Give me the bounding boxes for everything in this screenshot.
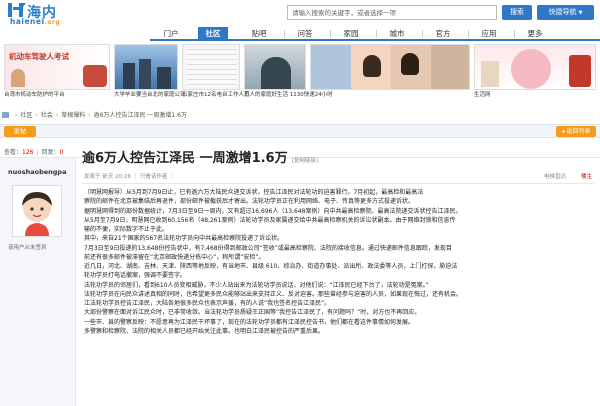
banner-card[interactable]: 石家庄市12名电台工作人员: [182, 44, 250, 106]
action-bar: 发帖 ◂ 返回列表: [0, 124, 600, 138]
post-title: 逾6万人控告江泽民 一周激增1.6万 [复制链接]: [82, 151, 318, 166]
nav-item-tieba[interactable]: 贴吧: [244, 27, 274, 41]
breadcrumb: › 社区 › 社会 › 草根爆料 › 逾6万人控告江泽民 一周激增1.6万: [2, 110, 598, 120]
post-paragraph: 察院的邮件在北京被集结后再退件，部份邮件被截获后才寄出。法轮功学员正在利用网络、…: [84, 198, 415, 206]
banner-card[interactable]: 生活网: [474, 44, 596, 106]
thread-stats-text: 查看：126 | 回复：0: [4, 149, 64, 156]
post-paragraph: 法轮功学员在向民众讲述真相的同时，也希望更多民众能够站出来支持正义、反对迫害。那…: [84, 290, 463, 298]
post-paragraph: 多警察和检察院、法院的相关人员都已经开始关注此事。也明白江泽民被控告的严重后果。: [84, 327, 325, 335]
banner-caption: 石家庄市12名电台工作人员: [182, 92, 250, 98]
author-name[interactable]: nuoshaobengpa: [8, 168, 66, 176]
logo-text-en: haienei.org: [10, 17, 61, 26]
search-button[interactable]: 搜索: [502, 5, 532, 20]
nav-divider: [422, 30, 423, 38]
banner-card[interactable]: 大学毕业要当台北的家庭公司: [114, 44, 186, 106]
avatar[interactable]: [12, 185, 62, 237]
nav-item-home[interactable]: 家园: [336, 27, 366, 41]
post-paragraph: 大部份警察在面对诉江民众时，已非常收敛。当法轮功学员质疑王正国等“我控告江泽民了…: [84, 309, 421, 317]
breadcrumb-current: 逾6万人控告江泽民 一周激增1.6万: [93, 112, 187, 119]
banner-image: [474, 44, 596, 90]
post-body: （明慧网报导）从5月到7月9日止，已有逾六万大陆民众递交诉状，控告江泽民对法轮功…: [84, 188, 594, 336]
post-content: 逾6万人控告江泽民 一周激增1.6万 [复制链接] 发表于 前天 20:26 ｜ …: [82, 144, 596, 406]
avatar-face-icon: [22, 192, 52, 236]
banner-image: 机动车驾驶人考试: [4, 44, 110, 90]
post-paragraph: 江法轮功学员控告江泽民，大陆各地很多民众也表示声援，有的人说“我也签名控告江泽民…: [84, 300, 331, 307]
main-nav: 门户 社区 贴吧 问答 家园 城市 官方 应用 更多: [150, 27, 600, 41]
post-paragraph: 从5月至7月9日，明慧网已收到60,156名（48,261案例）法轮功学员及家属…: [84, 216, 456, 224]
banner-card[interactable]: 万人的家庭好生活 1130快速24小时: [244, 44, 333, 106]
chevron-down-icon: ▼: [578, 10, 583, 16]
quick-nav-button[interactable]: 快捷导航 ▼: [537, 5, 594, 20]
banner-strip: 机动车驾驶人考试 台湾市机动车防护的平台 大学毕业要当台北的家庭公司 石家庄市1…: [0, 44, 600, 106]
nav-item-qa[interactable]: 问答: [290, 27, 320, 41]
author-checkin-note: 该用户从未签到: [8, 245, 47, 251]
nav-item-apps[interactable]: 应用: [474, 27, 504, 41]
banner-caption: 台湾市机动车防护的平台: [4, 92, 65, 98]
breadcrumb-item[interactable]: 社区: [20, 112, 32, 119]
post-paragraph: 轮功学员打电话撤案，强调不要签字。: [84, 272, 187, 280]
post-paragraph: 7月3日至9日投递的13,648份控告状中，有7,468份得到邮政公司“签收”或…: [84, 244, 452, 252]
post-paragraph: 近几日，河北、湖南、吉林、天津、陕西等地反映，有当地市、县级 610、综治办、街…: [84, 263, 458, 270]
logo-mark-icon: [8, 3, 26, 17]
nav-item-community[interactable]: 社区: [198, 27, 228, 41]
nav-item-portal[interactable]: 门户: [156, 27, 186, 41]
site-header: 海内 haienei.org 请输入搜索的关键字，或者选择一项 搜索 快捷导航 ▼: [0, 0, 600, 26]
nav-item-more[interactable]: 更多: [520, 27, 550, 41]
divider: [82, 183, 594, 184]
banner-card[interactable]: [310, 44, 470, 106]
nav-item-official[interactable]: 官方: [428, 27, 458, 41]
breadcrumb-item[interactable]: 社会: [41, 112, 53, 119]
nav-divider: [514, 30, 515, 38]
banner-image: [114, 44, 178, 90]
banner-image: [310, 44, 470, 90]
site-logo[interactable]: 海内 haienei.org: [8, 2, 70, 26]
arrow-left-icon: ◂: [561, 128, 565, 135]
banner-image: [182, 44, 240, 90]
post-paragraph: 一些市、县的警察反映：不愿意再为江泽民干坏事了，现在的法轮功学员都有江泽民控告书…: [84, 318, 415, 326]
views-count: 126: [22, 149, 34, 156]
post-paragraph: （明慧网报导）从5月到7月9日止，已有逾六万大陆民众递交诉状，控告江泽民对法轮功…: [84, 189, 424, 196]
replies-count: 0: [59, 149, 64, 156]
copy-link[interactable]: [复制链接]: [292, 158, 318, 164]
nav-divider: [284, 30, 285, 38]
banner-caption: 生活网: [474, 92, 491, 98]
author-panel: nuoshaobengpa 该用户从未签到: [0, 158, 76, 406]
post-meta: 发表于 前天 20:26 ｜ 只看该作者 ｜ 电梯直达 楼主: [84, 172, 596, 182]
floor-jump[interactable]: 电梯直达: [544, 172, 566, 180]
breadcrumb-item[interactable]: 草根爆料: [61, 112, 85, 119]
post-paragraph: 法轮功学员的邻居们，看到610人员变相威胁，不少人站出来为法轮功学员说话，对他们…: [84, 281, 429, 289]
banner-image: [244, 44, 306, 90]
banner-caption: 大学毕业要当台北的家庭公司: [114, 92, 186, 98]
nav-item-city[interactable]: 城市: [382, 27, 412, 41]
nav-divider: [468, 30, 469, 38]
new-post-button[interactable]: 发帖: [4, 126, 36, 137]
back-to-list-button[interactable]: ◂ 返回列表: [556, 126, 596, 137]
post-paragraph: 前还有很多邮件被滞留在“北京邮政快递分拣中心”，称所谓“安检”。: [84, 253, 265, 261]
floor-label: 楼主: [580, 174, 592, 180]
banner-card[interactable]: 机动车驾驶人考试 台湾市机动车防护的平台: [4, 44, 110, 106]
post-paragraph: 据明慧网得到的部份数据统计，7月3日至9日一周内，又有超过16,696人（13,…: [84, 207, 462, 215]
post-paragraph: 其中，来自21个国家的567名法轮功学员向中共最高检察院投递了诉讼状。: [84, 235, 284, 243]
home-icon[interactable]: [2, 112, 9, 118]
search-input[interactable]: 请输入搜索的关键字，或者选择一项: [287, 5, 497, 20]
nav-divider: [376, 30, 377, 38]
post-paragraph: 输的不便，实际数字不止于此。: [84, 226, 169, 233]
post-meta-text: 发表于 前天 20:26 ｜ 只看该作者 ｜: [84, 174, 175, 180]
nav-divider: [330, 30, 331, 38]
